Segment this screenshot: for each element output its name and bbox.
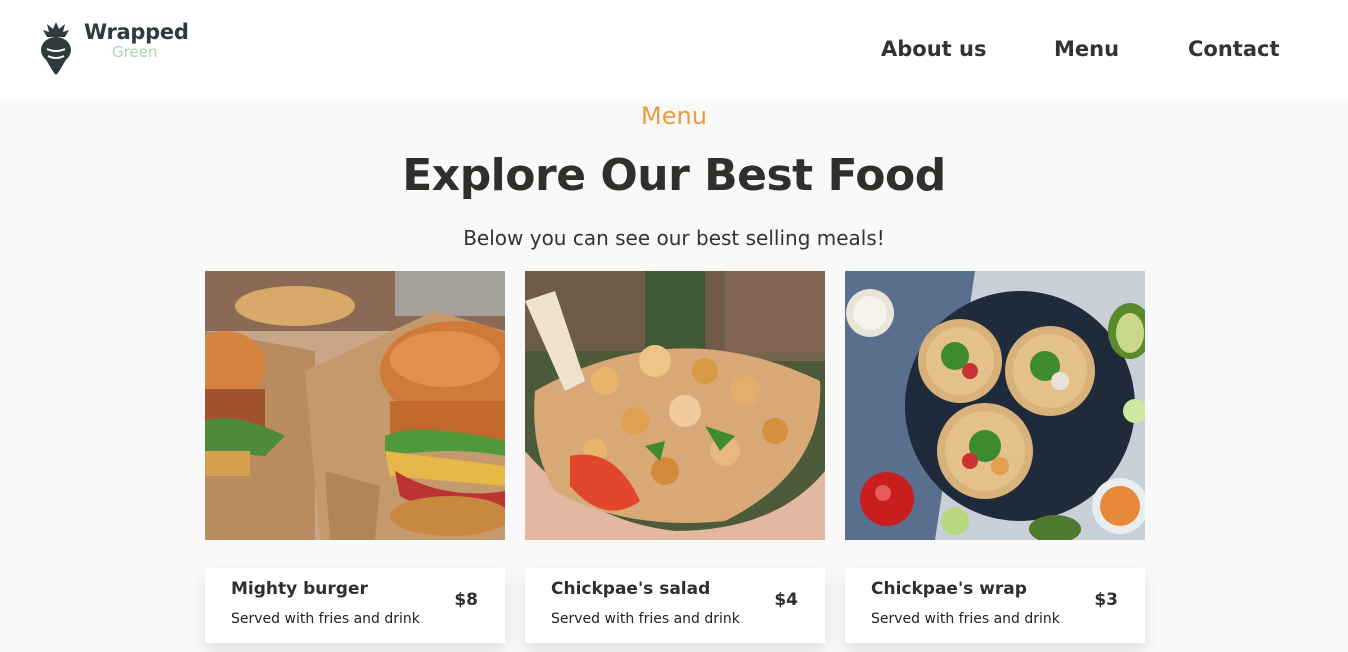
tacos-photo[interactable] (845, 271, 1145, 540)
card-title: Chickpae's salad (551, 579, 711, 599)
section-eyebrow: Menu (641, 102, 707, 130)
logo[interactable]: Wrapped Green (38, 20, 189, 76)
card-price: $3 (1094, 590, 1118, 610)
site-header: Wrapped Green About us Menu Contact (0, 0, 1348, 100)
card-description: Served with fries and drink (231, 611, 420, 627)
card-price: $8 (454, 590, 478, 610)
card-description: Served with fries and drink (871, 611, 1060, 627)
logo-wordmark: Wrapped (84, 20, 189, 44)
section-title: Explore Our Best Food (402, 150, 946, 201)
nav-about-us[interactable]: About us (881, 37, 986, 61)
card-description: Served with fries and drink (551, 611, 740, 627)
logo-tagline: Green (112, 43, 158, 61)
menu-card[interactable]: Mighty burger Served with fries and drin… (205, 568, 505, 643)
section-subtitle: Below you can see our best selling meals… (463, 226, 885, 250)
card-price: $4 (774, 590, 798, 610)
turnip-icon (41, 22, 71, 75)
card-title: Chickpae's wrap (871, 579, 1027, 599)
menu-card[interactable]: Chickpae's salad Served with fries and d… (525, 568, 825, 643)
salad-photo[interactable] (525, 271, 825, 540)
nav-menu[interactable]: Menu (1054, 37, 1119, 61)
burger-photo[interactable] (205, 271, 505, 540)
card-title: Mighty burger (231, 579, 368, 599)
nav-contact[interactable]: Contact (1188, 37, 1280, 61)
menu-card[interactable]: Chickpae's wrap Served with fries and dr… (845, 568, 1145, 643)
